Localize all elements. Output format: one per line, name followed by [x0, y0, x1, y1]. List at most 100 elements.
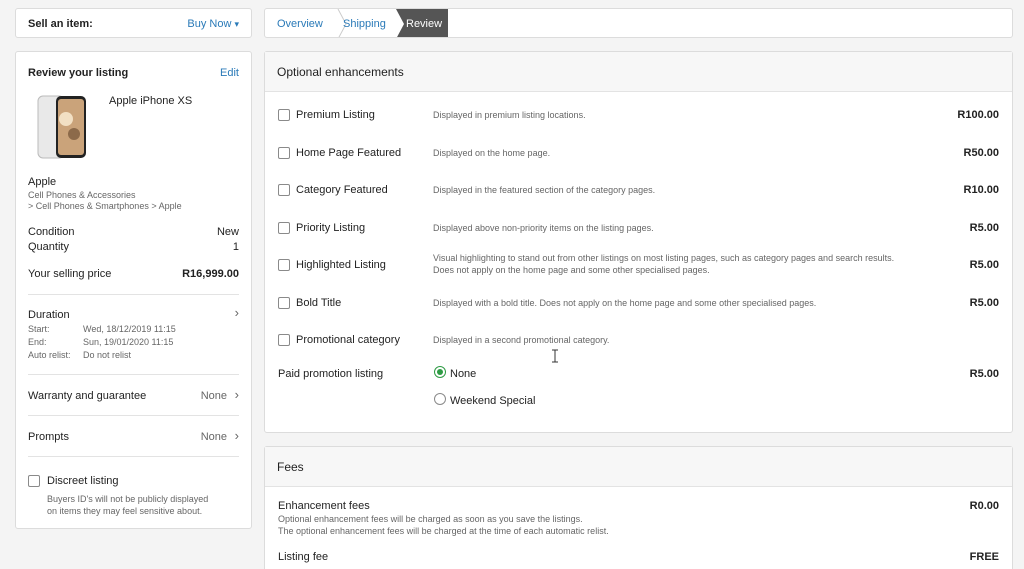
enhancement-price: R10.00	[963, 184, 999, 196]
divider	[28, 456, 239, 457]
enhancement-label: Bold Title	[296, 297, 342, 309]
sell-mode-dropdown[interactable]: Buy Now ▾	[187, 18, 239, 30]
listing-fee-value: FREE	[969, 551, 999, 563]
enhancements-title: Optional enhancements	[277, 65, 404, 79]
review-title: Review your listing	[28, 67, 129, 79]
end-label: End:	[28, 337, 47, 347]
enhancement-row[interactable]: Priority Listing Displayed above non-prio…	[265, 214, 1012, 242]
enhancement-description: Visual highlighting to stand out from ot…	[433, 253, 895, 263]
item-category: Cell Phones & Accessories	[28, 190, 136, 200]
promotion-option-weekend-special-radio[interactable]	[434, 393, 446, 405]
enhancement-description: Displayed with a bold title. Does not ap…	[433, 298, 817, 308]
item-title: Apple iPhone XS	[109, 95, 193, 107]
end-value: Sun, 19/01/2020 11:15	[83, 337, 174, 347]
divider	[28, 374, 239, 375]
fees-header: Fees	[265, 447, 1012, 487]
enhancement-label: Highlighted Listing	[296, 259, 386, 271]
enhancement-label: Promotional category	[296, 334, 400, 346]
promotion-option-none-label: None	[450, 368, 477, 380]
selling-price-value: R16,999.00	[182, 268, 239, 280]
enhancement-checkbox[interactable]	[278, 259, 290, 271]
tab-shipping[interactable]: Shipping	[343, 9, 386, 37]
prompts-value: None	[200, 431, 227, 443]
divider	[28, 415, 239, 416]
sell-item-label: Sell an item:	[28, 18, 93, 30]
enhancement-price: R5.00	[969, 259, 999, 271]
sell-mode-value: Buy Now	[187, 18, 232, 30]
paid-promotion-price: R5.00	[969, 368, 999, 380]
condition-value: New	[216, 226, 239, 238]
auto-relist-value: Do not relist	[83, 350, 132, 360]
enhancement-row[interactable]: Bold Title Displayed with a bold title. D…	[265, 289, 1012, 317]
enhancement-checkbox[interactable]	[278, 334, 290, 346]
edit-link[interactable]: Edit	[220, 67, 239, 79]
enhancement-price: R100.00	[957, 109, 999, 121]
discreet-note-line1: Buyers ID's will not be publicly display…	[47, 494, 209, 504]
enhancement-description: Displayed above non-priority items on th…	[433, 223, 654, 233]
enhancement-checkbox[interactable]	[278, 297, 290, 309]
tab-overview[interactable]: Overview	[277, 9, 323, 37]
fees-title: Fees	[277, 460, 304, 474]
warranty-row[interactable]: Warranty and guarantee None ›	[28, 382, 239, 410]
selling-price-label: Your selling price	[28, 268, 112, 280]
promotion-option-none-radio[interactable]	[434, 366, 446, 378]
paid-promotion-label: Paid promotion listing	[278, 368, 384, 380]
enhancement-checkbox[interactable]	[278, 147, 290, 159]
enhancement-checkbox[interactable]	[278, 222, 290, 234]
review-listing-panel: Review your listing Edit Apple iPhone XS…	[15, 51, 252, 529]
enhancement-label: Priority Listing	[296, 222, 366, 234]
tab-review[interactable]: Review	[406, 9, 442, 37]
sell-item-bar: Sell an item: Buy Now ▾	[15, 8, 252, 38]
optional-enhancements-panel: Optional enhancements Premium Listing Dis…	[264, 51, 1013, 433]
discreet-note-line2: on items they may feel sensitive about.	[47, 506, 203, 516]
enhancement-row[interactable]: Category Featured Displayed in the featur…	[265, 176, 1012, 204]
enhancement-label: Home Page Featured	[296, 147, 402, 159]
discreet-listing-label: Discreet listing	[47, 475, 119, 487]
enhancement-fees-note2: The optional enhancement fees will be ch…	[278, 526, 609, 536]
enhancement-label: Premium Listing	[296, 109, 375, 121]
enhancement-row[interactable]: Highlighted Listing Visual highlighting t…	[265, 251, 1012, 279]
enhancement-price: R5.00	[969, 297, 999, 309]
divider	[28, 294, 239, 295]
enhancement-row[interactable]: Premium Listing Displayed in premium list…	[265, 101, 1012, 129]
enhancement-description: Displayed in a second promotional catego…	[433, 335, 610, 345]
condition-label: Condition	[28, 226, 75, 238]
enhancement-price: R50.00	[963, 147, 999, 159]
chevron-right-icon: ›	[234, 387, 239, 402]
chevron-right-icon: ›	[234, 428, 239, 443]
start-value: Wed, 18/12/2019 11:15	[83, 324, 176, 334]
discreet-listing-checkbox[interactable]	[28, 475, 40, 487]
item-brand: Apple	[28, 176, 57, 188]
quantity-label: Quantity	[28, 241, 69, 253]
enhancements-header: Optional enhancements	[265, 52, 1012, 92]
quantity-value: 1	[232, 241, 239, 253]
promotion-option-weekend-special-label: Weekend Special	[450, 395, 536, 407]
enhancement-description-line2: Does not apply on the home page and some…	[433, 265, 710, 275]
listing-fee-label: Listing fee	[278, 551, 329, 563]
chevron-down-icon: ▾	[234, 19, 239, 29]
warranty-value: None	[200, 390, 227, 402]
enhancement-fees-value: R0.00	[969, 500, 999, 512]
breadcrumb: Overview Shipping Review	[264, 8, 1013, 38]
start-label: Start:	[28, 324, 50, 334]
enhancement-fees-note1: Optional enhancement fees will be charge…	[278, 514, 583, 524]
duration-label: Duration	[28, 309, 70, 321]
item-thumbnail	[37, 95, 86, 159]
duration-row[interactable]: Duration › Start: Wed, 18/12/2019 11:15 …	[28, 302, 239, 364]
enhancement-row[interactable]: Home Page Featured Displayed on the home …	[265, 139, 1012, 167]
warranty-label: Warranty and guarantee	[28, 390, 147, 402]
enhancement-checkbox[interactable]	[278, 109, 290, 121]
enhancement-price: R5.00	[969, 222, 999, 234]
fees-panel: Fees Enhancement fees R0.00 Optional enh…	[264, 446, 1013, 569]
enhancement-description: Displayed in premium listing locations.	[433, 110, 586, 120]
enhancement-label: Category Featured	[296, 184, 388, 196]
enhancement-checkbox[interactable]	[278, 184, 290, 196]
enhancement-row[interactable]: Promotional category Displayed in a secon…	[265, 326, 1012, 354]
text-cursor-icon	[552, 349, 558, 363]
enhancement-description: Displayed on the home page.	[433, 148, 551, 158]
enhancement-fees-label: Enhancement fees	[278, 500, 370, 512]
prompts-label: Prompts	[28, 431, 69, 443]
item-subcategory: > Cell Phones & Smartphones > Apple	[28, 201, 182, 211]
chevron-right-icon: ›	[234, 305, 239, 320]
prompts-row[interactable]: Prompts None ›	[28, 423, 239, 451]
